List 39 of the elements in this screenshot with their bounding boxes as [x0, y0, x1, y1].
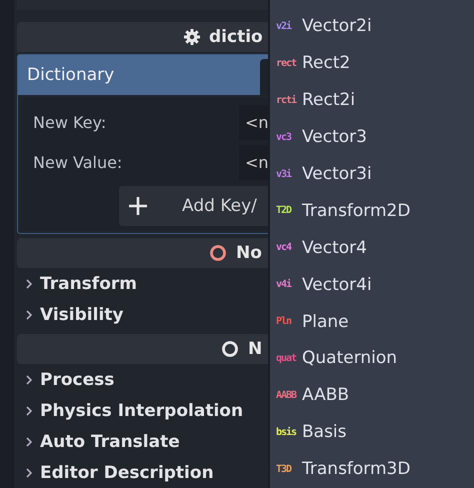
chevron-right-icon	[24, 406, 34, 416]
menu-item[interactable]: Vector3	[302, 127, 367, 148]
menu-item[interactable]: Vector3i	[302, 164, 372, 184]
type-icon: bsis	[276, 426, 301, 438]
type-icon: v2i	[276, 20, 301, 32]
gear-icon	[183, 28, 201, 46]
type-icon: T3D	[276, 464, 301, 475]
menu-item[interactable]: Transform2D	[302, 200, 410, 221]
type-icon: v4i	[276, 279, 301, 290]
type-icon: v3i	[276, 168, 301, 180]
chevron-right-icon	[24, 278, 34, 288]
chevron-right-icon	[24, 374, 34, 384]
menu-item[interactable]: Rect2	[302, 53, 350, 74]
type-icon: vc3	[276, 132, 301, 143]
menu-item[interactable]: Vector4	[302, 238, 367, 258]
menu-item[interactable]: Quaternion	[302, 348, 398, 368]
type-icon: Pln	[276, 316, 301, 328]
type-icon: rect	[276, 58, 301, 69]
menu-item[interactable]: Transform3D	[302, 459, 410, 480]
section-title: No	[236, 243, 262, 263]
menu-item[interactable]: Plane	[302, 312, 349, 332]
type-icon: vc4	[276, 242, 301, 254]
dictionary-title: Dictionary	[27, 65, 114, 85]
field-label: New Key:	[32, 112, 108, 132]
menu-item[interactable]: AABB	[302, 385, 350, 406]
type-icon: T2D	[276, 205, 301, 216]
chevron-right-icon	[24, 436, 34, 446]
menu-item[interactable]: Vector2i	[302, 16, 372, 36]
section-title: dictio	[209, 27, 263, 47]
type-icon: rcti	[276, 94, 301, 106]
type-icon: AABB	[276, 390, 301, 401]
plus-icon	[128, 196, 148, 216]
chevron-right-icon	[24, 468, 34, 478]
menu-item[interactable]: Vector4i	[302, 274, 372, 295]
type-icon: quat	[276, 352, 301, 364]
section-title: N	[248, 339, 262, 359]
chevron-right-icon	[24, 310, 34, 320]
menu-item[interactable]: Basis	[302, 422, 347, 442]
field-label: New Value:	[32, 152, 124, 172]
